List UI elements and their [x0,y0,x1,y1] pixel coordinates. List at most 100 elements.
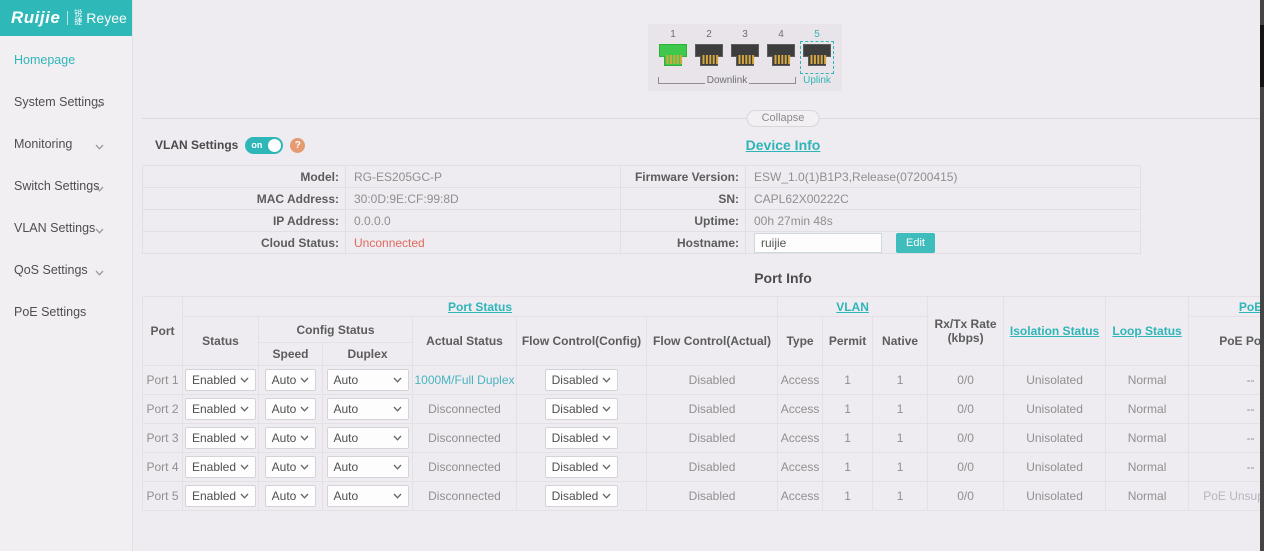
vlan-type: Access [778,424,823,453]
uptime-label: Uptime: [621,210,746,232]
port4-speed-select[interactable]: Auto [265,456,317,478]
sidebar-item-system-settings[interactable]: System Settings [0,81,132,123]
hostname-input[interactable] [754,233,882,253]
col-poe: PoE [1189,297,1264,317]
device-info-link[interactable]: Device Info [746,137,821,153]
rxtx-rate: 0/0 [928,453,1004,482]
port1-status-select[interactable]: Enabled [185,369,256,391]
port5-status-select[interactable]: Enabled [185,485,256,507]
port1-flow-control-select[interactable]: Disabled [545,369,619,391]
port2-flow-control-select[interactable]: Disabled [545,398,619,420]
edit-hostname-button[interactable]: Edit [896,233,935,253]
port-row-5: Port 5EnabledAutoAutoDisconnectedDisable… [143,482,1264,511]
port4-duplex-select[interactable]: Auto [327,456,409,478]
toggle-on-label: on [251,140,262,150]
sidebar-item-poe-settings[interactable]: PoE Settings [0,291,132,333]
port5-duplex-select[interactable]: Auto [327,485,409,507]
help-icon[interactable]: ? [290,138,305,153]
rj45-port-icon [729,42,761,73]
port4-flow-control-select[interactable]: Disabled [545,456,619,478]
port1-speed-select[interactable]: Auto [265,369,317,391]
port-row-2: Port 2EnabledAutoAutoDisconnectedDisable… [143,395,1264,424]
col-flow-control-config: Flow Control(Config) [517,317,647,366]
port5-speed-select[interactable]: Auto [265,485,317,507]
port3-duplex-select[interactable]: Auto [327,427,409,449]
col-native: Native [873,317,928,366]
port2-duplex-select[interactable]: Auto [327,398,409,420]
toggle-knob [268,139,281,152]
col-permit: Permit [823,317,873,366]
port2-status-select[interactable]: Enabled [185,398,256,420]
port3-flow-control-select[interactable]: Disabled [545,427,619,449]
actual-status: Disconnected [413,395,517,424]
rxtx-rate: 0/0 [928,482,1004,511]
firmware-value: ESW_1.0(1)B1P3,Release(07200415) [746,166,1141,188]
device-info-row: Cloud Status: Unconnected Hostname: Edit [143,232,1141,254]
loop-status-link[interactable]: Loop Status [1112,324,1181,338]
vertical-scrollbar[interactable] [1260,0,1264,551]
sidebar-item-homepage[interactable]: Homepage [0,39,132,81]
port-status-link[interactable]: Port Status [448,300,512,314]
port-info-table: Port Port Status VLAN Rx/Tx Rate (kbps) … [142,296,1264,511]
ip-value: 0.0.0.0 [346,210,621,232]
col-poe-power: PoE Power [1189,317,1264,366]
vlan-type: Access [778,453,823,482]
port-1-icon[interactable]: 1 [658,29,688,73]
port-2-icon[interactable]: 2 [694,29,724,73]
vlan-permit: 1 [823,482,873,511]
model-value: RG-ES205GC-P [346,166,621,188]
port2-speed-select[interactable]: Auto [265,398,317,420]
actual-status: Disconnected [413,424,517,453]
vlan-native: 1 [873,482,928,511]
vlan-link[interactable]: VLAN [836,300,869,314]
port3-speed-select[interactable]: Auto [265,427,317,449]
port-name: Port 2 [143,395,183,424]
col-actual-status: Actual Status [413,317,517,366]
actual-status: 1000M/Full Duplex [413,366,517,395]
collapse-button[interactable]: Collapse [747,110,820,127]
scrollbar-thumb[interactable] [1260,25,1264,87]
col-vlan: VLAN [778,297,928,317]
col-rxtx-rate: Rx/Tx Rate (kbps) [928,297,1004,366]
reyee-cn-logo-text: 锐捷 [74,10,85,26]
sidebar-item-monitoring[interactable]: Monitoring [0,123,132,165]
reyee-logo-text: Reyee [86,10,126,26]
vlan-settings-toggle[interactable]: on [245,137,283,154]
poe-power: -- [1189,395,1264,424]
port5-flow-control-select[interactable]: Disabled [545,485,619,507]
ruijie-logo-text: Ruijie [11,8,60,28]
vlan-permit: 1 [823,366,873,395]
rxtx-rate: 0/0 [928,366,1004,395]
vlan-native: 1 [873,366,928,395]
sidebar-item-switch-settings[interactable]: Switch Settings [0,165,132,207]
downlink-bracket: Downlink [658,74,796,87]
vlan-type: Access [778,366,823,395]
brand-logo: Ruijie 锐捷 Reyee [0,0,132,36]
sidebar-item-qos-settings[interactable]: QoS Settings [0,249,132,291]
cloud-status-value: Unconnected [346,232,621,254]
port-5-uplink-icon[interactable]: 5 [802,29,832,73]
port-name: Port 4 [143,453,183,482]
port1-duplex-select[interactable]: Auto [327,369,409,391]
port3-status-select[interactable]: Enabled [185,427,256,449]
sidebar-item-vlan-settings[interactable]: VLAN Settings [0,207,132,249]
port-3-icon[interactable]: 3 [730,29,760,73]
port-row-3: Port 3EnabledAutoAutoDisconnectedDisable… [143,424,1264,453]
isolation-status-link[interactable]: Isolation Status [1010,324,1099,338]
rj45-port-icon [693,42,725,73]
vlan-native: 1 [873,395,928,424]
firmware-label: Firmware Version: [621,166,746,188]
port4-status-select[interactable]: Enabled [185,456,256,478]
device-info-row: IP Address: 0.0.0.0 Uptime: 00h 27min 48… [143,210,1141,232]
poe-link[interactable]: PoE [1239,300,1262,314]
col-port: Port [143,297,183,366]
loop-status: Normal [1106,482,1189,511]
app-window: Ruijie 锐捷 Reyee HomepageSystem SettingsM… [0,0,1264,551]
port-group-labels: Downlink Uplink [658,74,832,87]
isolation-status: Unisolated [1004,395,1106,424]
port-4-icon[interactable]: 4 [766,29,796,73]
sidebar-menu: HomepageSystem SettingsMonitoringSwitch … [0,36,132,333]
col-status: Status [183,317,259,366]
col-duplex: Duplex [323,343,413,366]
col-type: Type [778,317,823,366]
